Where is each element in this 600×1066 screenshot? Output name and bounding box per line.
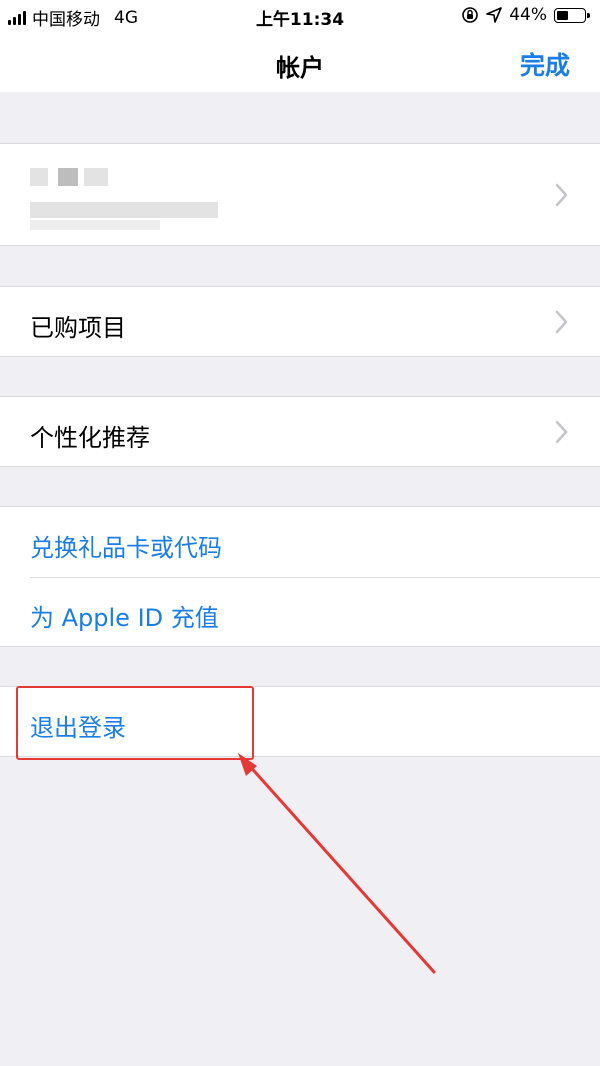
annotation-arrow	[238, 753, 436, 974]
